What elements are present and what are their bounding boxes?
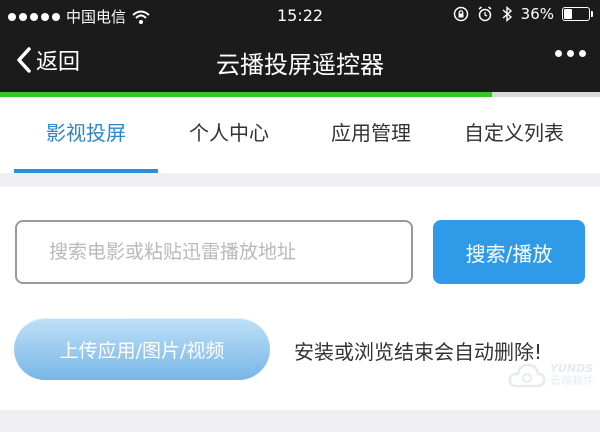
- tab-bar: 影视投屏 个人中心 应用管理 自定义列表: [0, 97, 600, 173]
- watermark: YUNDS 云端软件: [508, 360, 594, 390]
- search-play-button[interactable]: 搜索/播放: [433, 220, 585, 284]
- bluetooth-icon: [502, 6, 512, 22]
- tab-personal-center[interactable]: 个人中心: [158, 97, 300, 173]
- status-bar: 中国电信 15:22 36%: [0, 0, 600, 30]
- battery-icon: [562, 7, 593, 21]
- status-right: 36%: [453, 5, 593, 23]
- more-menu-icon[interactable]: [555, 50, 586, 57]
- navigation-bar: 返回 云播投屏遥控器: [0, 30, 600, 92]
- tab-app-management[interactable]: 应用管理: [300, 97, 442, 173]
- watermark-logo-cn: 云端软件: [550, 374, 594, 387]
- cloud-logo-icon: [508, 363, 546, 388]
- orientation-lock-icon: [453, 6, 468, 22]
- upload-media-button[interactable]: 上传应用/图片/视频: [14, 318, 270, 380]
- bottom-divider: [0, 410, 600, 432]
- tab-custom-list[interactable]: 自定义列表: [442, 97, 586, 173]
- section-divider: [0, 173, 600, 187]
- battery-percent: 36%: [520, 5, 554, 23]
- alarm-clock-icon: [478, 6, 492, 22]
- auto-delete-note: 安装或浏览结束会自动删除!: [294, 340, 543, 364]
- tab-video-cast[interactable]: 影视投屏: [14, 97, 158, 173]
- search-input[interactable]: [15, 220, 413, 284]
- page-title: 云播投屏遥控器: [216, 51, 384, 79]
